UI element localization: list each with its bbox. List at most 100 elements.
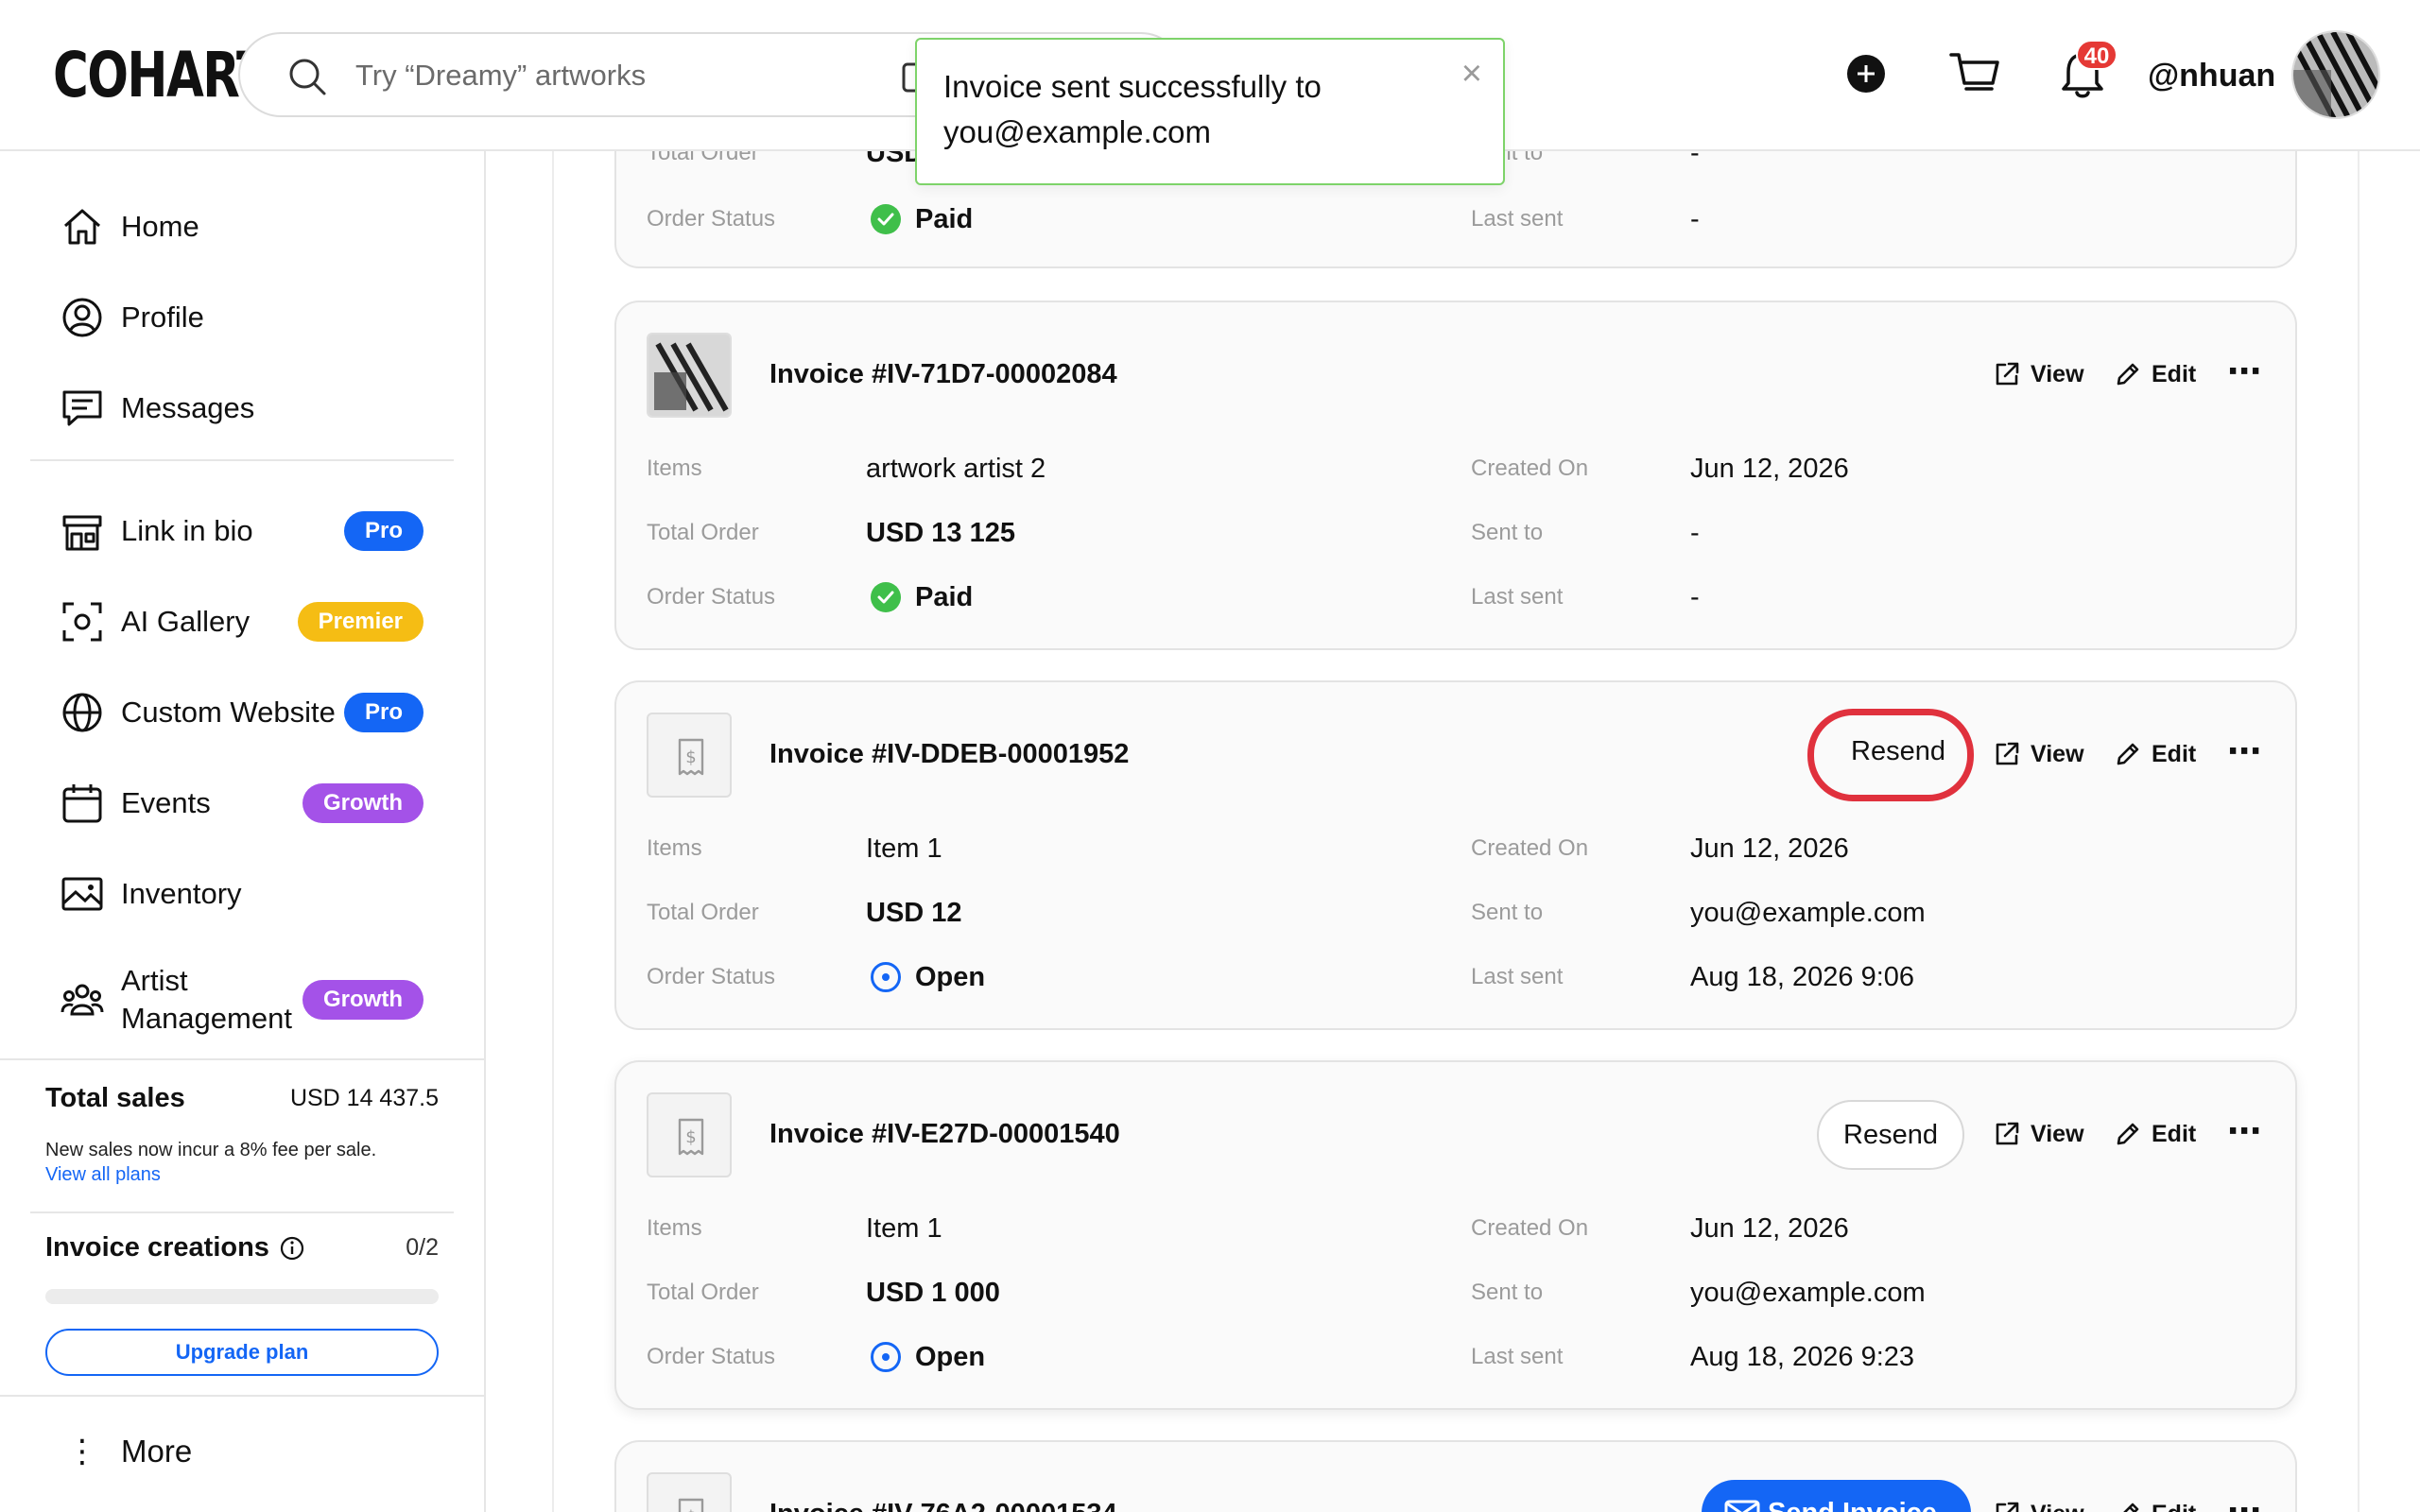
view-label: View xyxy=(2031,1121,2084,1147)
calendar-icon xyxy=(62,784,102,823)
invoice-title[interactable]: Invoice #IV-E27D-00001540 xyxy=(769,1113,1120,1155)
sidebar-item-label: Home xyxy=(121,210,199,243)
invoice-title[interactable]: Invoice #IV-76A2-00001534 xyxy=(769,1493,1117,1512)
sent-to-label: Sent to xyxy=(1471,1280,1544,1305)
invoice-creations-progress xyxy=(45,1289,439,1304)
total-sales-label: Total sales xyxy=(45,1083,185,1113)
view-button[interactable]: View xyxy=(1993,737,2084,771)
upgrade-plan-button[interactable]: Upgrade plan xyxy=(45,1329,439,1376)
premier-badge: Premier xyxy=(297,602,424,642)
view-label: View xyxy=(2031,741,2084,767)
sidebar-item-artist-management[interactable]: Artist Management Growth xyxy=(60,962,439,1038)
username[interactable]: @nhuan xyxy=(2148,47,2275,104)
resend-button[interactable]: Resend xyxy=(1817,1100,1964,1170)
toast-message: Invoice sent successfully to you@example… xyxy=(943,69,1322,149)
edit-button[interactable]: Edit xyxy=(2114,1497,2196,1512)
view-label: View xyxy=(2031,1497,2084,1512)
invoice-creations-count: 0/2 xyxy=(406,1234,439,1261)
created-on-value: Jun 12, 2026 xyxy=(1690,833,1849,864)
sidebar-item-inventory[interactable]: Inventory xyxy=(60,866,439,922)
invoice-title[interactable]: Invoice #IV-DDEB-00001952 xyxy=(769,733,1129,775)
total-order-value: USD 1 000 xyxy=(866,1278,1000,1308)
total-order-label: Total Order xyxy=(647,1280,759,1305)
view-label: View xyxy=(2031,361,2084,387)
sidebar-item-events[interactable]: Events Growth xyxy=(60,775,439,832)
sidebar-item-profile[interactable]: Profile xyxy=(60,289,439,346)
send-invoice-button[interactable]: Send Invoice xyxy=(1702,1480,1971,1512)
status-text: Paid xyxy=(915,204,974,234)
more-options-icon[interactable]: ⋯ xyxy=(2227,354,2262,388)
pro-badge: Pro xyxy=(343,511,424,551)
edit-button[interactable]: Edit xyxy=(2114,357,2196,391)
success-toast: Invoice sent successfully to you@example… xyxy=(915,38,1505,185)
invoice-card: $ Invoice #IV-76A2-00001534 Send Invoice… xyxy=(614,1440,2297,1512)
last-sent-value: - xyxy=(1690,582,1700,612)
more-options-icon[interactable]: ⋯ xyxy=(2227,1114,2262,1148)
items-value: Item 1 xyxy=(866,1213,942,1244)
sidebar-item-more[interactable]: ⋮ More xyxy=(60,1423,192,1480)
order-status-open: Open xyxy=(870,958,985,996)
external-link-icon xyxy=(1996,362,2019,386)
open-circle-icon xyxy=(871,962,901,992)
close-icon[interactable]: × xyxy=(1461,53,1482,94)
invoice-title[interactable]: Invoice #IV-71D7-00002084 xyxy=(769,353,1117,395)
search-placeholder[interactable]: Try “Dreamy” artworks xyxy=(355,34,646,117)
sidebar-item-link-in-bio[interactable]: Link in bio Pro xyxy=(60,503,439,559)
edit-button[interactable]: Edit xyxy=(2114,737,2196,771)
edit-button[interactable]: Edit xyxy=(2114,1117,2196,1151)
items-label: Items xyxy=(647,835,702,861)
sent-to-value: you@example.com xyxy=(1690,1278,1926,1308)
view-button[interactable]: View xyxy=(1993,1117,2084,1151)
items-value: artwork artist 2 xyxy=(866,454,1046,484)
invoice-card: $ Invoice #IV-E27D-00001540 Resend View … xyxy=(614,1060,2297,1410)
view-button[interactable]: View xyxy=(1993,1497,2084,1512)
items-label: Items xyxy=(647,455,702,481)
sidebar-divider xyxy=(30,459,454,461)
globe-icon xyxy=(62,693,102,732)
order-status-label: Order Status xyxy=(647,1344,776,1369)
edit-label: Edit xyxy=(2152,361,2197,387)
sidebar-item-ai-gallery[interactable]: AI Gallery Premier xyxy=(60,593,439,650)
items-value: Item 1 xyxy=(866,833,942,864)
created-on-label: Created On xyxy=(1471,1215,1589,1241)
edit-label: Edit xyxy=(2152,1497,2196,1512)
cohart-logo[interactable]: COHART xyxy=(53,38,269,113)
pencil-icon xyxy=(2117,1123,2139,1145)
messages-icon xyxy=(62,390,102,426)
resend-button[interactable]: Resend xyxy=(1824,716,1972,786)
total-sales-value: USD 14 437.5 xyxy=(289,1085,439,1111)
mail-icon xyxy=(1724,1500,1760,1512)
cart-icon[interactable] xyxy=(1947,47,2002,102)
items-label: Items xyxy=(647,1215,702,1241)
created-on-value: Jun 12, 2026 xyxy=(1690,454,1849,484)
info-icon[interactable] xyxy=(279,1235,305,1262)
invoice-creations-title: Invoice creations xyxy=(45,1232,305,1263)
total-order-value: USD 12 xyxy=(866,898,962,928)
sidebar-item-messages[interactable]: Messages xyxy=(60,380,439,437)
sales-fee-note: New sales now incur a 8% fee per sale. xyxy=(45,1140,377,1160)
sidebar-item-custom-website[interactable]: Custom Website Pro xyxy=(60,684,439,741)
sent-to-label: Sent to xyxy=(1471,520,1544,545)
external-link-icon xyxy=(1996,742,2019,765)
artwork-image xyxy=(648,335,730,416)
sidebar-item-label: Profile xyxy=(121,301,204,334)
total-order-label: Total Order xyxy=(647,900,759,925)
sidebar-item-home[interactable]: Home xyxy=(60,198,439,255)
more-options-icon[interactable]: ⋯ xyxy=(2227,734,2262,768)
add-plus-icon[interactable] xyxy=(1841,49,1891,98)
sidebar-item-label: Artist Management xyxy=(121,964,292,1035)
last-sent-label: Last sent xyxy=(1471,1344,1564,1369)
avatar[interactable] xyxy=(2291,30,2380,119)
growth-badge: Growth xyxy=(302,980,424,1020)
sidebar-item-label: Messages xyxy=(121,391,255,424)
sent-to-value: - xyxy=(1690,518,1700,548)
view-button[interactable]: View xyxy=(1993,357,2084,391)
search-icon xyxy=(289,59,326,95)
invoice-card: $ Invoice #IV-DDEB-00001952 Resend View … xyxy=(614,680,2297,1030)
total-order-value: USD 13 125 xyxy=(866,518,1015,548)
order-status-label: Order Status xyxy=(647,206,776,232)
home-icon xyxy=(64,209,100,245)
view-all-plans-link[interactable]: View all plans xyxy=(45,1164,161,1186)
created-on-value: Jun 12, 2026 xyxy=(1690,1213,1849,1244)
more-options-icon[interactable]: ⋯ xyxy=(2227,1494,2262,1512)
